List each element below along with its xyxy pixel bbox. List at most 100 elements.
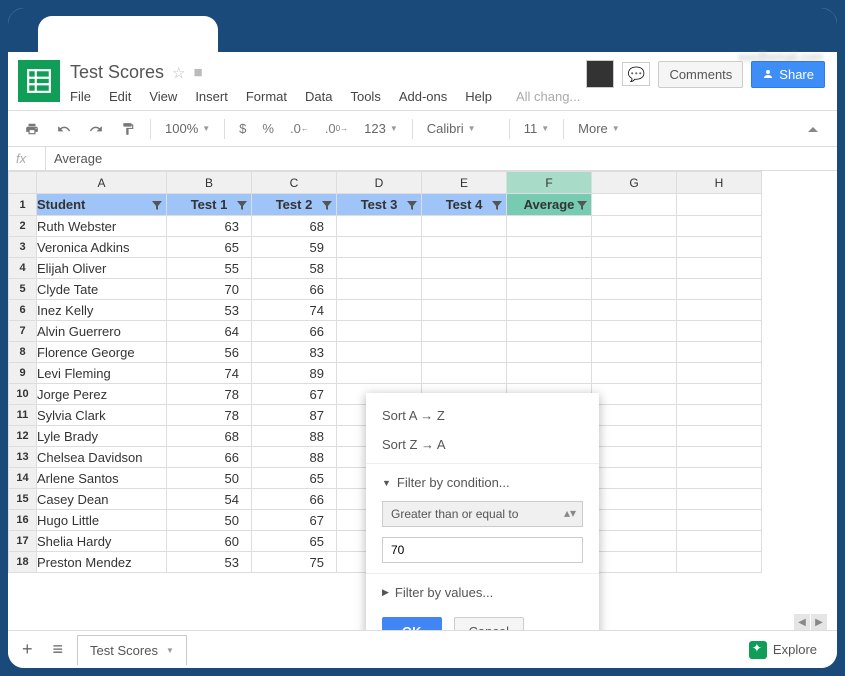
cell[interactable]: [337, 300, 422, 321]
cell[interactable]: 63: [167, 216, 252, 237]
cell[interactable]: [507, 279, 592, 300]
row-header[interactable]: 3: [9, 237, 37, 258]
cell[interactable]: Hugo Little: [37, 510, 167, 531]
more-dropdown[interactable]: More▼: [572, 117, 626, 140]
cell[interactable]: 65: [252, 531, 337, 552]
cell[interactable]: 74: [167, 363, 252, 384]
cell[interactable]: [592, 237, 677, 258]
cell[interactable]: 60: [167, 531, 252, 552]
cell[interactable]: [422, 279, 507, 300]
col-header-f[interactable]: F: [507, 172, 592, 194]
row-header[interactable]: 8: [9, 342, 37, 363]
cell[interactable]: Alvin Guerrero: [37, 321, 167, 342]
cell[interactable]: 65: [167, 237, 252, 258]
cell[interactable]: [337, 321, 422, 342]
cell[interactable]: [592, 552, 677, 573]
cell[interactable]: [677, 447, 762, 468]
cell[interactable]: [677, 426, 762, 447]
col-header-h[interactable]: H: [677, 172, 762, 194]
increase-decimal-button[interactable]: .00→: [319, 117, 354, 140]
row-header[interactable]: 6: [9, 300, 37, 321]
cell[interactable]: [337, 342, 422, 363]
row-header[interactable]: 10: [9, 384, 37, 405]
cell[interactable]: 68: [252, 216, 337, 237]
share-button[interactable]: Share: [751, 61, 825, 88]
cell[interactable]: [592, 426, 677, 447]
cell[interactable]: [507, 342, 592, 363]
filter-by-condition[interactable]: ▼Filter by condition...: [366, 468, 599, 497]
cell[interactable]: 53: [167, 300, 252, 321]
cell[interactable]: 59: [252, 237, 337, 258]
cell[interactable]: Arlene Santos: [37, 468, 167, 489]
row-header[interactable]: 11: [9, 405, 37, 426]
row-header[interactable]: 14: [9, 468, 37, 489]
col-header-a[interactable]: A: [37, 172, 167, 194]
cell[interactable]: 74: [252, 300, 337, 321]
cell[interactable]: [507, 237, 592, 258]
cell[interactable]: 55: [167, 258, 252, 279]
percent-button[interactable]: %: [256, 117, 280, 140]
menu-help[interactable]: Help: [465, 89, 492, 104]
undo-icon[interactable]: [50, 118, 78, 140]
cell[interactable]: [507, 321, 592, 342]
font-dropdown[interactable]: Calibri▼: [421, 117, 501, 140]
explore-button[interactable]: Explore: [737, 635, 829, 665]
print-icon[interactable]: [18, 118, 46, 140]
row-header[interactable]: 4: [9, 258, 37, 279]
cell[interactable]: [507, 300, 592, 321]
cell[interactable]: [592, 384, 677, 405]
cell[interactable]: 70: [167, 279, 252, 300]
select-all-corner[interactable]: [9, 172, 37, 194]
cell[interactable]: [592, 216, 677, 237]
cell[interactable]: 78: [167, 405, 252, 426]
row-header[interactable]: 7: [9, 321, 37, 342]
filter-icon[interactable]: [322, 199, 332, 214]
cell[interactable]: Clyde Tate: [37, 279, 167, 300]
chat-icon[interactable]: 💬: [622, 62, 650, 86]
header-test2[interactable]: Test 2: [252, 194, 337, 216]
row-header[interactable]: 15: [9, 489, 37, 510]
cell[interactable]: 87: [252, 405, 337, 426]
menu-edit[interactable]: Edit: [109, 89, 131, 104]
menu-tools[interactable]: Tools: [350, 89, 380, 104]
cell[interactable]: [422, 237, 507, 258]
cell[interactable]: Sylvia Clark: [37, 405, 167, 426]
sheets-logo[interactable]: [18, 60, 60, 102]
cell[interactable]: 53: [167, 552, 252, 573]
condition-select[interactable]: Greater than or equal to▴▾: [382, 501, 583, 527]
ok-button[interactable]: OK: [382, 617, 442, 630]
font-size-dropdown[interactable]: 11▼: [518, 117, 555, 140]
cell[interactable]: Lyle Brady: [37, 426, 167, 447]
cell[interactable]: [677, 258, 762, 279]
row-header[interactable]: 17: [9, 531, 37, 552]
cell[interactable]: [422, 300, 507, 321]
menu-data[interactable]: Data: [305, 89, 332, 104]
col-header-d[interactable]: D: [337, 172, 422, 194]
cell[interactable]: [592, 321, 677, 342]
filter-by-values[interactable]: ▶Filter by values...: [366, 578, 599, 607]
cell[interactable]: 50: [167, 510, 252, 531]
cell[interactable]: [592, 489, 677, 510]
all-sheets-button[interactable]: ≡: [47, 633, 70, 666]
menu-insert[interactable]: Insert: [195, 89, 228, 104]
menu-addons[interactable]: Add-ons: [399, 89, 447, 104]
row-header[interactable]: 12: [9, 426, 37, 447]
cell[interactable]: 66: [252, 321, 337, 342]
row-header[interactable]: 13: [9, 447, 37, 468]
cell[interactable]: [592, 447, 677, 468]
header-average[interactable]: Average: [507, 194, 592, 216]
cell[interactable]: [677, 237, 762, 258]
fx-value[interactable]: Average: [46, 147, 110, 170]
cell[interactable]: 65: [252, 468, 337, 489]
cell[interactable]: Shelia Hardy: [37, 531, 167, 552]
filter-icon[interactable]: [152, 199, 162, 214]
cell[interactable]: 67: [252, 510, 337, 531]
cell[interactable]: [592, 258, 677, 279]
cell[interactable]: Preston Mendez: [37, 552, 167, 573]
cell[interactable]: 89: [252, 363, 337, 384]
cell[interactable]: Levi Fleming: [37, 363, 167, 384]
cell[interactable]: 88: [252, 426, 337, 447]
cell[interactable]: [592, 194, 677, 216]
cell[interactable]: Florence George: [37, 342, 167, 363]
cell[interactable]: [422, 258, 507, 279]
